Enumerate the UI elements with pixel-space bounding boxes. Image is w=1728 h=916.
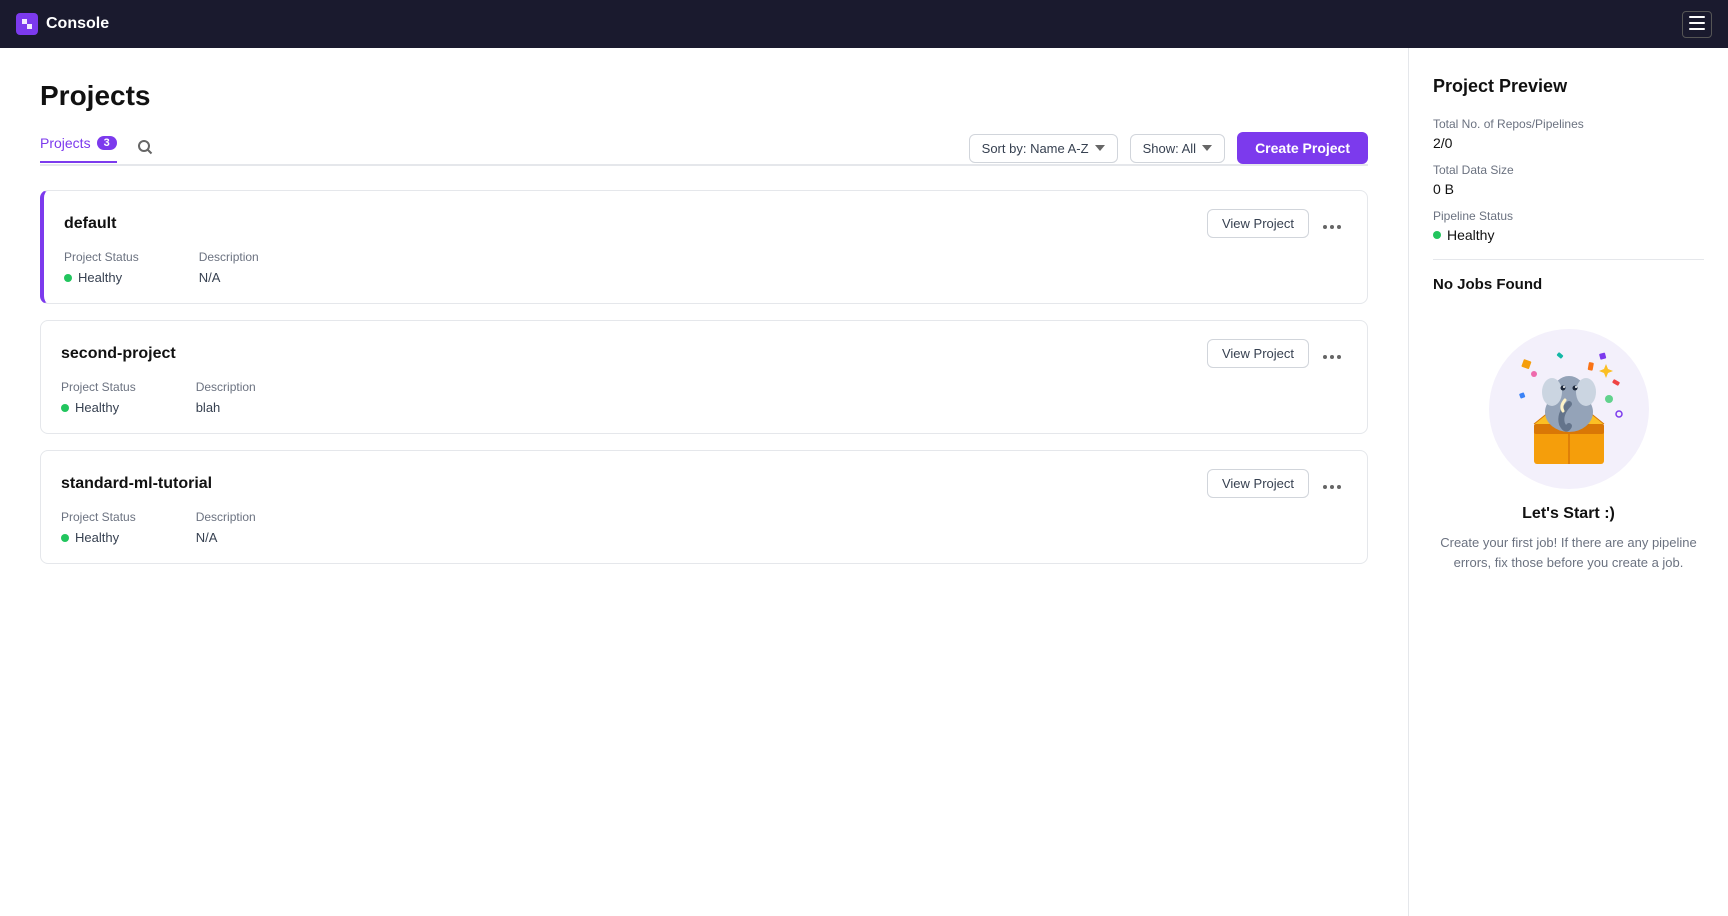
logo-icon [16,13,38,35]
project-name-default: default [64,215,116,233]
more-options-tutorial-button[interactable] [1317,469,1347,498]
project-card-second-header: second-project View Project [41,321,1367,380]
project-description-label-second: Description [196,380,256,394]
illustration-circle [1489,329,1649,489]
project-description-value-second: blah [196,400,256,415]
pipeline-status-label: Pipeline Status [1433,209,1704,223]
panel-divider [1433,259,1704,260]
project-description-field-second: Description blah [196,380,256,415]
project-status-field-default: Project Status Healthy [64,250,139,285]
search-button[interactable] [133,135,157,162]
create-project-button[interactable]: Create Project [1237,132,1368,164]
project-card-default: default View Project Project Status Hea [40,190,1368,304]
total-repos-label: Total No. of Repos/Pipelines [1433,117,1704,131]
total-data-size-field: Total Data Size 0 B [1433,163,1704,197]
status-dot-tutorial [61,534,69,542]
total-data-size-value: 0 B [1433,181,1704,197]
no-jobs-title: No Jobs Found [1433,276,1704,293]
pipeline-status-dot [1433,231,1441,239]
project-card-tutorial-header: standard-ml-tutorial View Project [41,451,1367,510]
project-card-default-header: default View Project [44,191,1367,250]
project-status-value-tutorial: Healthy [61,530,136,545]
view-project-default-button[interactable]: View Project [1207,209,1309,238]
brand: Console [16,13,109,35]
more-options-second-button[interactable] [1317,339,1347,368]
project-description-label-tutorial: Description [196,510,256,524]
toolbar: Sort by: Name A-Z Show: All Create Proje… [969,132,1368,164]
pipeline-status-value: Healthy [1447,227,1494,243]
project-card-second-actions: View Project [1207,339,1347,368]
show-dropdown[interactable]: Show: All [1130,134,1225,163]
right-panel: Project Preview Total No. of Repos/Pipel… [1408,48,1728,916]
tab-projects[interactable]: Projects 3 [40,135,117,163]
show-label: Show: All [1143,141,1196,156]
more-options-default-button[interactable] [1317,209,1347,238]
project-description-value-default: N/A [199,270,259,285]
project-status-text-default: Healthy [78,270,122,285]
project-status-text-tutorial: Healthy [75,530,119,545]
project-status-field-second: Project Status Healthy [61,380,136,415]
panel-title: Project Preview [1433,76,1704,97]
project-status-value-second: Healthy [61,400,136,415]
project-card-default-actions: View Project [1207,209,1347,238]
project-card-tutorial: standard-ml-tutorial View Project Projec… [40,450,1368,564]
project-description-field-default: Description N/A [199,250,259,285]
project-status-field-tutorial: Project Status Healthy [61,510,136,545]
main-content: Projects Projects 3 Sort by: Name A-Z [0,48,1408,916]
elephant-svg-icon [1504,344,1634,474]
tab-projects-badge: 3 [97,136,117,150]
project-status-label-tutorial: Project Status [61,510,136,524]
menu-button[interactable] [1682,11,1712,38]
project-card-second-body: Project Status Healthy Description blah [41,380,1367,433]
status-dot-default [64,274,72,282]
project-name-tutorial: standard-ml-tutorial [61,475,212,493]
view-project-tutorial-button[interactable]: View Project [1207,469,1309,498]
total-repos-field: Total No. of Repos/Pipelines 2/0 [1433,117,1704,151]
tabs-row: Projects 3 Sort by: Name A-Z Show: All [40,132,1368,166]
project-card-default-body: Project Status Healthy Description N/A [44,250,1367,303]
project-card-second: second-project View Project Project Stat… [40,320,1368,434]
page-title: Projects [40,80,1368,112]
lets-start-description: Create your first job! If there are any … [1433,533,1704,572]
elephant-illustration: Let's Start :) Create your first job! If… [1433,309,1704,592]
status-dot-second [61,404,69,412]
project-name-second: second-project [61,345,176,363]
lets-start-heading: Let's Start :) [1522,505,1615,523]
view-project-second-button[interactable]: View Project [1207,339,1309,368]
total-repos-value: 2/0 [1433,135,1704,151]
project-status-label-default: Project Status [64,250,139,264]
total-data-size-label: Total Data Size [1433,163,1704,177]
tab-projects-label: Projects [40,135,91,151]
topnav: Console [0,0,1728,48]
sort-label: Sort by: Name A-Z [982,141,1089,156]
sort-dropdown[interactable]: Sort by: Name A-Z [969,134,1118,163]
project-description-label-default: Description [199,250,259,264]
project-card-tutorial-body: Project Status Healthy Description N/A [41,510,1367,563]
layout: Projects Projects 3 Sort by: Name A-Z [0,48,1728,916]
project-description-field-tutorial: Description N/A [196,510,256,545]
project-status-label-second: Project Status [61,380,136,394]
pipeline-status-field: Pipeline Status Healthy [1433,209,1704,243]
project-description-value-tutorial: N/A [196,530,256,545]
project-status-value-default: Healthy [64,270,139,285]
pipeline-status-row: Healthy [1433,227,1704,243]
project-card-tutorial-actions: View Project [1207,469,1347,498]
project-status-text-second: Healthy [75,400,119,415]
brand-title: Console [46,15,109,33]
